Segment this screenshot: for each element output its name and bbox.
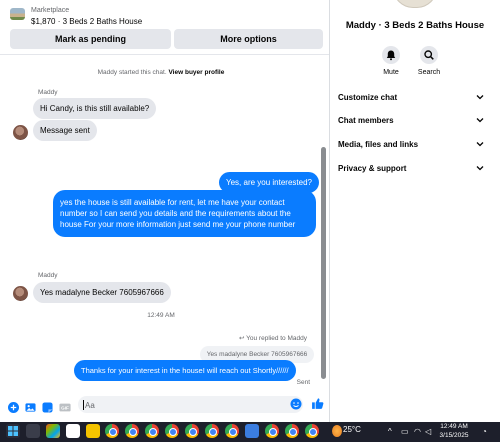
- chevron-down-icon: [476, 118, 484, 123]
- sender-name: Maddy: [38, 272, 58, 279]
- app-icon[interactable]: [245, 424, 259, 438]
- message-status: Sent: [296, 379, 310, 386]
- section-label: Media, files and links: [338, 140, 419, 149]
- bell-icon: [386, 50, 396, 61]
- notification-icon[interactable]: ◔: [482, 427, 487, 436]
- chevron-down-icon: [476, 142, 484, 147]
- sender-name: Maddy: [38, 89, 58, 96]
- chat-started-text: Maddy started this chat.: [97, 69, 167, 76]
- chrome-icon[interactable]: [165, 424, 179, 438]
- sticker-icon[interactable]: [42, 402, 53, 413]
- emoji-icon[interactable]: [290, 398, 302, 410]
- message-input-placeholder: Aa: [85, 401, 95, 410]
- search-label: Search: [417, 69, 441, 76]
- view-buyer-profile-link[interactable]: View buyer profile: [168, 69, 224, 76]
- incoming-message[interactable]: Yes madalyne Becker 7605967666: [33, 282, 171, 303]
- chevron-down-icon: [476, 166, 484, 171]
- volume-icon[interactable]: ◁: [425, 427, 431, 436]
- clock-date: 3/15/2025: [439, 432, 469, 439]
- search-button[interactable]: [420, 46, 438, 64]
- chevron-up-icon[interactable]: ^: [388, 427, 392, 436]
- listing-title[interactable]: $1,870 · 3 Beds 2 Baths House: [31, 17, 142, 26]
- chevron-down-icon: [476, 95, 484, 100]
- chrome-icon[interactable]: [105, 424, 119, 438]
- section-label: Privacy & support: [338, 164, 407, 173]
- listing-thumbnail[interactable]: [10, 8, 25, 20]
- more-options-button[interactable]: More options: [174, 29, 323, 49]
- marketplace-header: Marketplace $1,870 · 3 Beds 2 Baths Hous…: [0, 0, 329, 55]
- weather-temperature[interactable]: 25°C: [343, 425, 361, 434]
- wifi-icon[interactable]: ◠: [414, 427, 421, 436]
- chat-scrollbar-thumb[interactable]: [321, 147, 326, 379]
- incoming-message[interactable]: Hi Candy, is this still available?: [33, 98, 157, 119]
- chrome-icon[interactable]: [125, 424, 139, 438]
- incoming-message[interactable]: Message sent: [33, 120, 97, 141]
- section-label: Customize chat: [338, 93, 398, 102]
- search-taskbar-icon[interactable]: [26, 424, 40, 438]
- section-label: Chat members: [338, 116, 394, 125]
- message-timestamp: 12:49 AM: [147, 312, 175, 319]
- start-icon[interactable]: [6, 424, 20, 438]
- weather-icon[interactable]: [332, 425, 342, 437]
- avatar[interactable]: [13, 125, 28, 140]
- network-icon[interactable]: ▭: [401, 427, 409, 436]
- app-icon[interactable]: [66, 424, 80, 438]
- thumbs-up-icon[interactable]: [311, 397, 324, 410]
- conversation-info-panel: [330, 0, 500, 422]
- outgoing-message[interactable]: yes the house is still available for ren…: [53, 190, 316, 237]
- photo-icon[interactable]: [25, 402, 36, 413]
- chrome-icon[interactable]: [305, 424, 319, 438]
- mute-label: Mute: [383, 69, 399, 76]
- outgoing-message[interactable]: Thanks for your interest in the houseI w…: [74, 360, 296, 381]
- chrome-icon[interactable]: [205, 424, 219, 438]
- chrome-icon[interactable]: [145, 424, 159, 438]
- conversation-title: Maddy · 3 Beds 2 Baths House: [345, 20, 485, 31]
- chrome-icon[interactable]: [285, 424, 299, 438]
- gif-icon[interactable]: GIF: [59, 402, 71, 413]
- customize-chat-section[interactable]: Customize chat: [338, 93, 486, 107]
- media-files-links-section[interactable]: Media, files and links: [338, 140, 486, 154]
- clock-time: 12:49 AM: [440, 423, 468, 430]
- reply-indicator-text: You replied to Maddy: [246, 335, 307, 342]
- system-clock[interactable]: 12:49 AM 3/15/2025: [434, 422, 474, 440]
- mute-button[interactable]: [382, 46, 400, 64]
- privacy-support-section[interactable]: Privacy & support: [338, 164, 486, 178]
- reply-indicator: ↩ You replied to Maddy: [239, 334, 307, 342]
- plus-icon[interactable]: [8, 402, 19, 413]
- file-explorer-icon[interactable]: [86, 424, 100, 438]
- chat-started-notice: Maddy started this chat. View buyer prof…: [0, 69, 322, 76]
- chrome-icon[interactable]: [265, 424, 279, 438]
- copilot-icon[interactable]: [46, 424, 60, 438]
- chrome-icon[interactable]: [185, 424, 199, 438]
- chrome-icon[interactable]: [225, 424, 239, 438]
- search-icon: [424, 50, 434, 60]
- mark-as-pending-button[interactable]: Mark as pending: [10, 29, 171, 49]
- message-input[interactable]: [78, 396, 303, 413]
- chat-panel: Marketplace $1,870 · 3 Beds 2 Baths Hous…: [0, 0, 330, 422]
- avatar[interactable]: [13, 286, 28, 301]
- svg-text:GIF: GIF: [61, 406, 69, 411]
- chat-members-section[interactable]: Chat members: [338, 116, 486, 130]
- marketplace-label: Marketplace: [31, 7, 70, 14]
- text-caret: [83, 400, 84, 410]
